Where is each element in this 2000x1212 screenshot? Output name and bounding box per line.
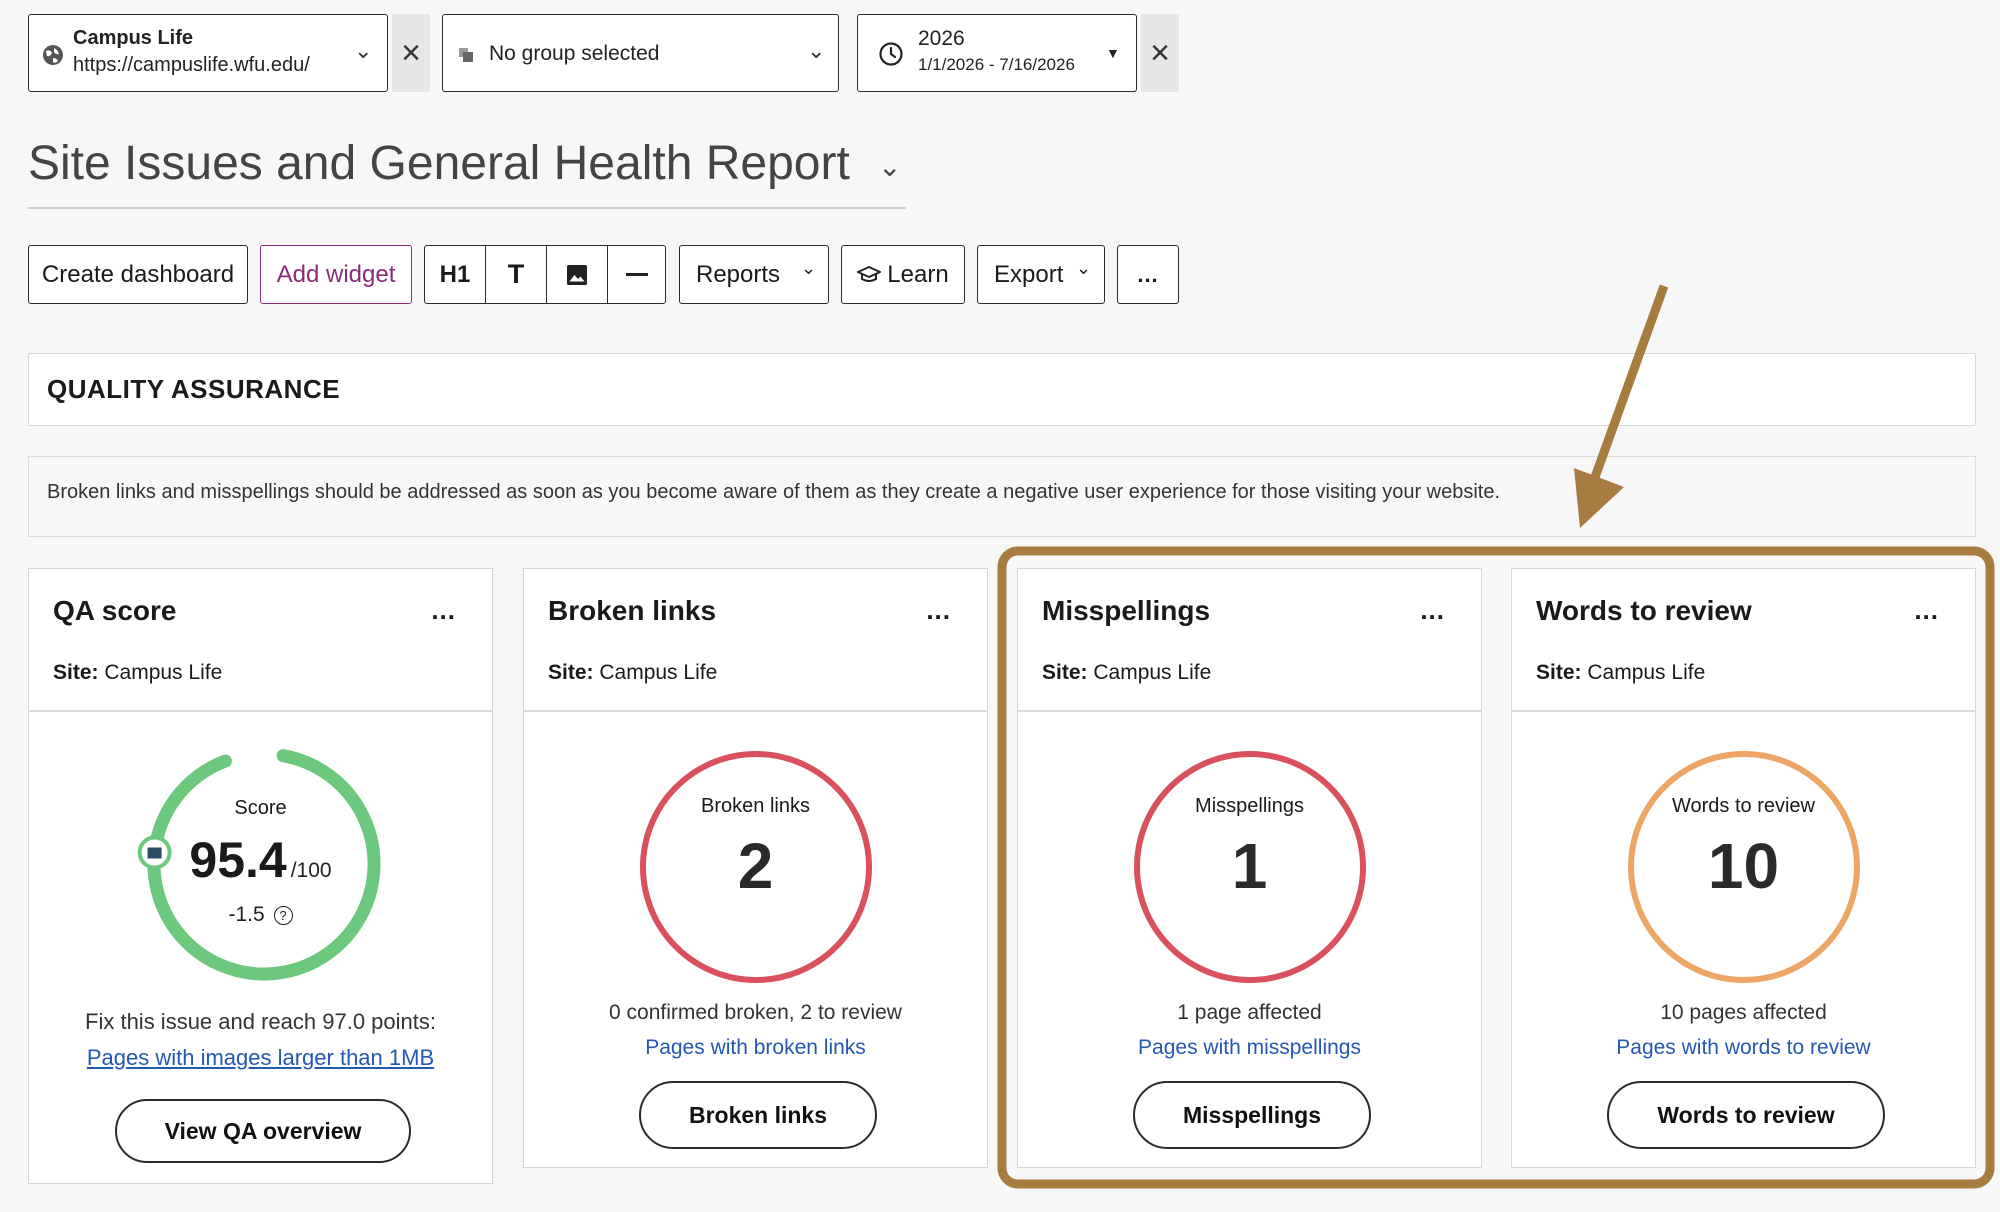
clock-icon [879,42,903,66]
widget-title: Broken links [548,595,717,626]
export-button[interactable]: Export ⌄ [977,245,1105,304]
widget-link[interactable]: Pages with images larger than 1MB [29,1045,492,1071]
group-filter-label: No group selected [489,42,660,65]
site-filter-url: https://campuslife.wfu.edu/ [73,54,310,76]
widget-divider [1512,710,1975,712]
site-name: Campus Life [104,661,223,684]
widget-text: 10 pages affected [1660,1001,1827,1024]
widget-divider [524,710,987,712]
section-title: QUALITY ASSURANCE [47,374,341,404]
insert-heading-button[interactable]: H1 [425,246,486,303]
insert-divider-button[interactable] [608,246,665,303]
learn-button[interactable]: Learn [841,245,965,304]
widget-title: Misspellings [1042,595,1211,626]
clear-site-button[interactable]: × [392,14,430,92]
site-label: Site: [1536,661,1582,684]
add-widget-button[interactable]: Add widget [260,245,412,304]
ring-label: Misspellings [1195,795,1304,817]
page-title: Site Issues and General Health Report [28,137,850,190]
site-filter-name: Campus Life [73,27,194,49]
ring-label: Words to review [1671,795,1815,817]
site-label: Site: [548,661,594,684]
widget-link[interactable]: Pages with broken links [524,1036,987,1060]
widget-title: Words to review [1536,595,1752,626]
globe-icon [43,45,63,65]
widget-text: 1 page affected [1177,1001,1322,1024]
widget-site: Site: Campus Life [548,661,717,685]
section-description: Broken links and misspellings should be … [28,456,1976,537]
section-header: QUALITY ASSURANCE [28,353,1976,426]
ring-value: 10 [1707,830,1780,902]
widget-site: Site: Campus Life [1042,661,1211,685]
misspellings-button[interactable]: Misspellings [1133,1081,1371,1149]
reports-button[interactable]: Reports ⌄ [679,245,829,304]
ring-value: 2 [737,830,774,902]
more-options-button[interactable]: ... [1117,245,1179,304]
date-filter-year: 2026 [918,27,965,50]
insert-image-button[interactable] [547,246,608,303]
widget-menu-button[interactable]: ... [431,595,456,626]
insert-text-button[interactable]: T [486,246,547,303]
misspellings-widget: Misspellings ... Site: Campus Life Missp… [1017,568,1482,1168]
widget-text: Fix this issue and reach 97.0 points: [85,1009,436,1034]
widget-link[interactable]: Pages with misspellings [1018,1036,1481,1060]
title-underline [28,207,906,209]
learn-label: Learn [887,260,949,288]
clear-date-button[interactable]: × [1141,14,1179,92]
view-qa-overview-button[interactable]: View QA overview [115,1099,411,1163]
insert-toolbar: H1 T [424,245,666,304]
chevron-down-icon: ⌄ [354,38,373,63]
widget-site: Site: Campus Life [1536,661,1705,685]
widget-divider [1018,710,1481,712]
help-icon[interactable]: ? [273,906,293,925]
site-filter[interactable]: Campus Life https://campuslife.wfu.edu/ … [28,14,388,92]
ring-label: Broken links [701,795,810,817]
score-delta: -1.5 ? [29,903,492,927]
site-label: Site: [1042,661,1088,684]
qa-score-widget: QA score ... Site: Campus Life Score 95.… [28,568,493,1184]
title-chevron-down-icon[interactable]: ⌄ [878,150,901,183]
chevron-down-icon: ⌄ [1076,258,1092,278]
chevron-down-icon: ⌄ [807,38,826,63]
site-label: Site: [53,661,99,684]
caret-down-icon: ▼ [1106,45,1120,61]
score-number: 95.4 [189,832,287,888]
delta-value: -1.5 [228,903,265,926]
widget-menu-button[interactable]: ... [926,595,951,626]
qa-score-value: 95.4/100 [29,831,492,889]
score-max: /100 [290,859,332,882]
words-to-review-widget: Words to review ... Site: Campus Life Wo… [1511,568,1976,1168]
widget-divider [29,710,492,712]
widget-menu-button[interactable]: ... [1420,595,1445,626]
chevron-down-icon: ⌄ [801,258,817,278]
create-dashboard-button[interactable]: Create dashboard [28,245,248,304]
broken-links-widget: Broken links ... Site: Campus Life Broke… [523,568,988,1168]
widget-menu-button[interactable]: ... [1914,595,1939,626]
group-icon [459,48,473,62]
widget-text: 0 confirmed broken, 2 to review [609,1001,902,1024]
site-name: Campus Life [599,661,718,684]
widget-link[interactable]: Pages with words to review [1512,1036,1975,1060]
site-name: Campus Life [1093,661,1212,684]
widget-site: Site: Campus Life [53,661,222,685]
image-icon [567,264,587,285]
ring-label: Score [234,797,287,819]
section-description-text: Broken links and misspellings should be … [47,481,1501,503]
widget-title: QA score [53,595,177,626]
broken-links-button[interactable]: Broken links [639,1081,877,1149]
graduation-cap-icon [857,265,882,282]
export-label: Export [994,260,1064,288]
date-filter-range: 1/1/2026 - 7/16/2026 [918,55,1075,74]
date-filter[interactable]: 2026 1/1/2026 - 7/16/2026 ▼ [857,14,1137,92]
site-name: Campus Life [1587,661,1706,684]
ring-value: 1 [1231,830,1268,902]
group-filter[interactable]: No group selected ⌄ [442,14,839,92]
words-to-review-button[interactable]: Words to review [1607,1081,1885,1149]
divider-icon [625,273,648,276]
reports-label: Reports [696,260,781,288]
